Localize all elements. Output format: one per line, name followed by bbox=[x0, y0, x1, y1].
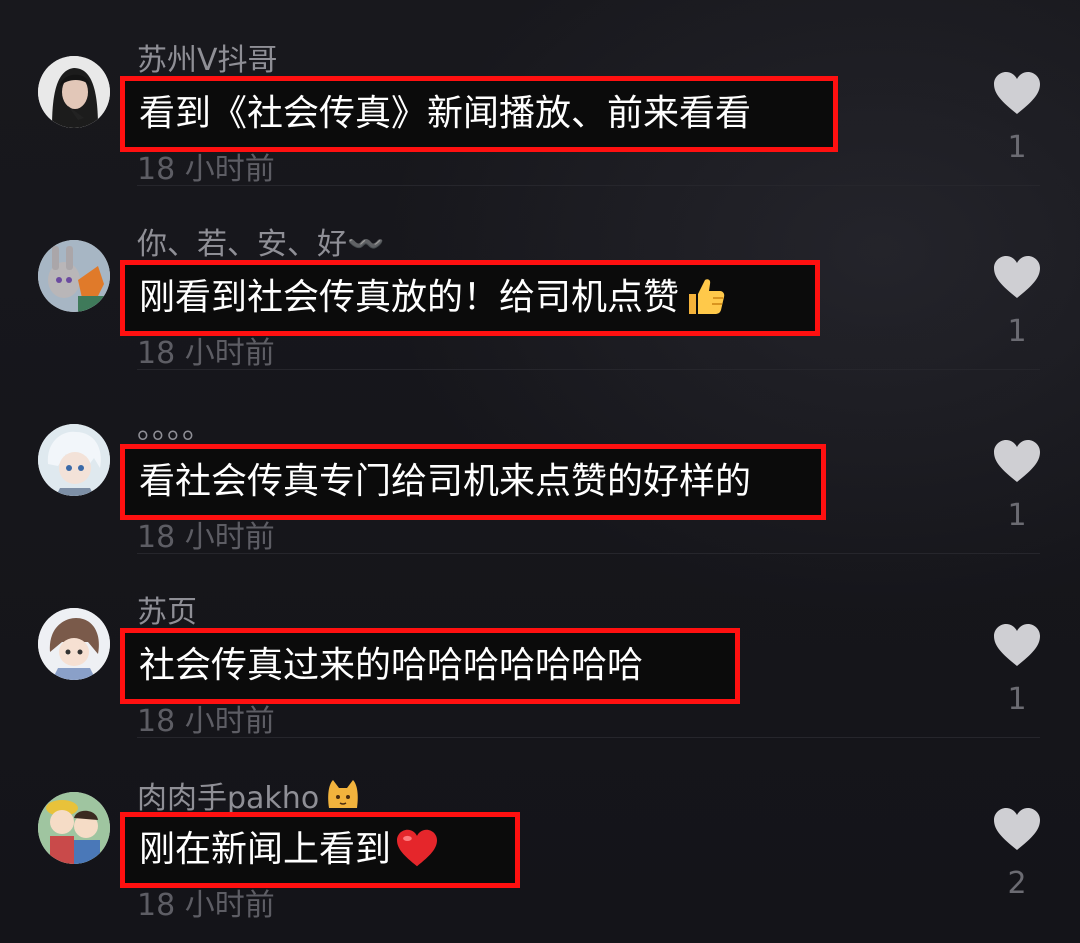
like-button[interactable]: 1 bbox=[988, 70, 1046, 180]
heart-icon[interactable] bbox=[992, 70, 1042, 116]
avatar[interactable] bbox=[38, 608, 110, 680]
avatar[interactable] bbox=[38, 56, 110, 128]
anime-white-hair-avatar-icon bbox=[38, 424, 110, 496]
heart-icon[interactable] bbox=[992, 622, 1042, 668]
heart-icon[interactable] bbox=[992, 254, 1042, 300]
cartoon-child-avatar-icon bbox=[38, 608, 110, 680]
highlighted-comment-box: 刚看到社会传真放的！给司机点赞 bbox=[120, 260, 820, 336]
heart-icon[interactable] bbox=[992, 806, 1042, 852]
username[interactable]: 苏州V抖哥 bbox=[137, 42, 278, 80]
cartoon-two-kids-avatar-icon bbox=[38, 792, 110, 864]
username-text: 肉肉手pakho bbox=[137, 781, 320, 816]
avatar[interactable] bbox=[38, 424, 110, 496]
username[interactable]: 苏页 bbox=[137, 594, 197, 632]
like-button[interactable]: 2 bbox=[988, 806, 1046, 916]
like-count: 1 bbox=[1007, 498, 1027, 533]
comment-text: 刚在新闻上看到 bbox=[139, 829, 392, 870]
like-button[interactable]: 1 bbox=[988, 254, 1046, 364]
like-button[interactable]: 1 bbox=[988, 438, 1046, 548]
like-count: 1 bbox=[1007, 130, 1027, 165]
woman-portrait-avatar-icon bbox=[38, 56, 110, 128]
like-count: 1 bbox=[1007, 314, 1027, 349]
comment-text: 看到《社会传真》新闻播放、前来看看 bbox=[139, 93, 752, 134]
thumbs-up-icon bbox=[683, 274, 727, 322]
highlighted-comment-box: 社会传真过来的哈哈哈哈哈哈哈 bbox=[120, 628, 740, 704]
username[interactable]: 你、若、安、好〰️ bbox=[137, 226, 384, 264]
like-button[interactable]: 1 bbox=[988, 622, 1046, 732]
highlighted-comment-box: 看到《社会传真》新闻播放、前来看看 bbox=[120, 76, 838, 152]
comment-text: 看社会传真专门给司机来点赞的好样的 bbox=[139, 461, 752, 502]
cartoon-rabbit-fox-avatar-icon bbox=[38, 240, 110, 312]
comment-text: 刚看到社会传真放的！给司机点赞 bbox=[139, 277, 680, 318]
highlighted-comment-box: 刚在新闻上看到 bbox=[120, 812, 520, 888]
avatar[interactable] bbox=[38, 792, 110, 864]
comment-item: 你、若、安、好〰️ 刚看到社会传真放的！给司机点赞 18 小时前 1 bbox=[0, 184, 1080, 371]
like-count: 1 bbox=[1007, 682, 1027, 717]
like-count: 2 bbox=[1007, 866, 1027, 901]
username[interactable]: 。。。。 bbox=[137, 410, 212, 448]
comment-item: 肉肉手pakho 刚在新闻上看到 18 小时前 2 bbox=[0, 736, 1080, 923]
red-heart-icon bbox=[395, 828, 439, 872]
avatar[interactable] bbox=[38, 240, 110, 312]
comment-text: 社会传真过来的哈哈哈哈哈哈哈 bbox=[139, 645, 644, 686]
timestamp: 18 小时前 bbox=[137, 888, 275, 923]
heart-icon[interactable] bbox=[992, 438, 1042, 484]
comment-item: 苏州V抖哥 看到《社会传真》新闻播放、前来看看 18 小时前 1 bbox=[0, 0, 1080, 187]
comment-item: 苏页 社会传真过来的哈哈哈哈哈哈哈 18 小时前 1 bbox=[0, 552, 1080, 739]
highlighted-comment-box: 看社会传真专门给司机来点赞的好样的 bbox=[120, 444, 826, 520]
comment-item: 。。。。 看社会传真专门给司机来点赞的好样的 18 小时前 1 bbox=[0, 368, 1080, 555]
